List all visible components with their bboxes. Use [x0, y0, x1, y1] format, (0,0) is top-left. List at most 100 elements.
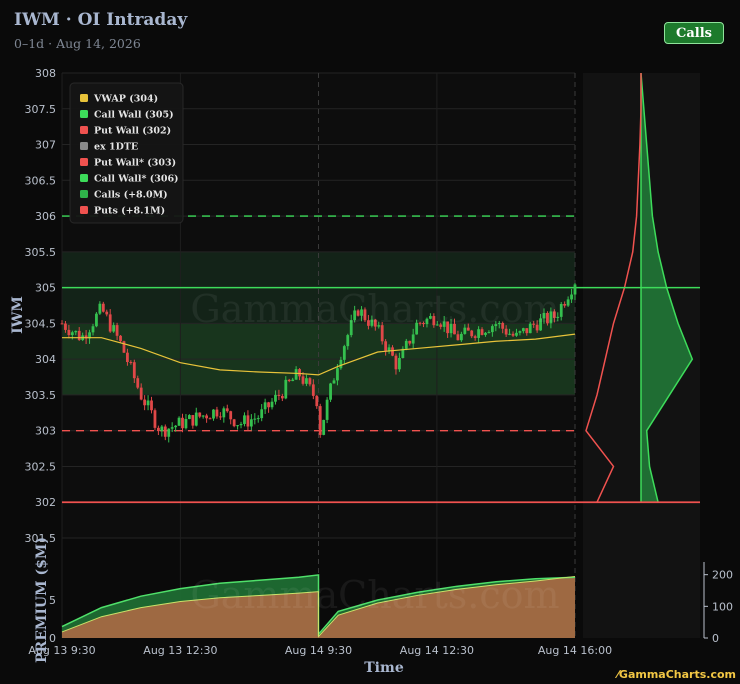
candle-body	[187, 415, 191, 419]
x-tick-label: Aug 13 12:30	[143, 644, 217, 657]
candle-body	[311, 384, 315, 396]
premium-right-tick: 200	[712, 569, 733, 582]
candle-body	[208, 418, 212, 420]
candle-body	[315, 395, 319, 407]
candle-body	[184, 418, 188, 429]
y-tick-label: 308	[35, 67, 56, 80]
candle-body	[67, 329, 71, 336]
candle-body	[473, 336, 477, 338]
y-tick-label: 307	[35, 139, 56, 152]
candle-body	[181, 417, 184, 429]
x-axis-label: Time	[364, 660, 404, 676]
candle-body	[267, 402, 270, 408]
candle-body	[339, 359, 343, 369]
premium-right-tick: 100	[712, 600, 733, 613]
candle-body	[325, 399, 329, 420]
candle-body	[105, 311, 109, 315]
legend-entry-label[interactable]: Call Wall (305)	[94, 110, 174, 121]
legend-entry-label[interactable]: Puts (+8.1M)	[94, 206, 165, 217]
candle-body	[201, 415, 205, 417]
legend-swatch[interactable]	[80, 126, 88, 134]
candle-body	[573, 284, 577, 295]
legend-entry-label[interactable]: ex 1DTE	[94, 142, 138, 153]
candle-body	[256, 418, 260, 420]
premium-left-tick: 0	[49, 632, 56, 645]
candle-body	[150, 400, 153, 411]
candle-body	[249, 419, 253, 427]
candle-body	[225, 408, 229, 412]
candle-body	[218, 416, 222, 418]
legend-swatch[interactable]	[80, 110, 88, 118]
candle-body	[570, 294, 573, 300]
y-tick-label: 305.5	[25, 246, 57, 259]
candle-body	[198, 412, 202, 417]
candle-body	[404, 340, 408, 349]
candle-body	[346, 335, 350, 347]
candle-body	[119, 335, 122, 342]
y-tick-label: 307.5	[25, 103, 57, 116]
candle-body	[139, 387, 143, 400]
legend-swatch[interactable]	[80, 142, 88, 150]
y-axis-label: IWM	[10, 296, 26, 334]
candle-body	[322, 419, 326, 435]
legend-entry-label[interactable]: VWAP (304)	[93, 94, 158, 105]
candle-body	[215, 409, 219, 417]
candle-body	[518, 331, 522, 333]
candle-body	[280, 395, 284, 399]
candle-body	[70, 332, 74, 336]
legend-entry-label[interactable]: Calls (+8.0M)	[94, 190, 168, 201]
candle-body	[294, 369, 298, 380]
premium-axis-label: PREMIUM ($M)	[34, 537, 50, 663]
candle-body	[287, 379, 291, 382]
candle-body	[301, 376, 305, 384]
legend-swatch[interactable]	[80, 174, 88, 182]
candle-body	[274, 394, 277, 402]
candle-body	[566, 299, 570, 306]
legend-entry-label[interactable]: Put Wall* (303)	[94, 158, 176, 169]
candle-body	[167, 428, 171, 437]
candle-body	[391, 347, 394, 356]
legend-swatch[interactable]	[80, 206, 88, 214]
chart-svg: 308 307.5 307 306.5 306 305.5 305 304.5 304 303.5…	[10, 67, 736, 681]
candle-body	[484, 332, 487, 335]
candle-body	[191, 415, 195, 426]
legend-swatch[interactable]	[80, 158, 88, 166]
candle-body	[174, 425, 178, 428]
x-tick-label: Aug 14 12:30	[400, 644, 474, 657]
candle-body	[511, 333, 515, 336]
y-tick-label: 305	[35, 282, 56, 295]
candle-body	[305, 378, 308, 384]
candle-body	[284, 379, 288, 399]
candle-body	[95, 313, 98, 327]
candle-body	[277, 394, 281, 396]
candle-body	[342, 346, 346, 360]
y-tick-label: 304	[35, 353, 56, 366]
candle-body	[205, 415, 209, 419]
candle-body	[239, 423, 243, 426]
candle-body	[336, 368, 339, 381]
candle-body	[222, 408, 226, 418]
candle-body	[98, 303, 102, 314]
candle-body	[91, 326, 95, 333]
candle-body	[291, 379, 295, 382]
candle-body	[163, 426, 167, 437]
candle-body	[143, 399, 147, 406]
candle-body	[101, 303, 105, 312]
premium-right-tick: 0	[712, 632, 719, 645]
legend-swatch[interactable]	[80, 190, 88, 198]
legend-swatch[interactable]	[80, 94, 88, 102]
legend-entry-label[interactable]: Call Wall* (306)	[94, 174, 179, 185]
y-tick-label: 303	[35, 425, 56, 438]
candle-body	[64, 323, 67, 330]
y-tick-label: 304.5	[25, 317, 57, 330]
brand-text[interactable]: GammaCharts.com	[619, 668, 736, 681]
premium-left-tick: 5	[49, 594, 56, 607]
legend-entry-label[interactable]: Put Wall (302)	[94, 126, 171, 137]
y-tick-label: 306	[35, 210, 56, 223]
candle-body	[115, 325, 119, 336]
candle-body	[318, 406, 322, 435]
brand-link[interactable]: ⁄GammaCharts.com	[614, 668, 736, 681]
candle-body	[243, 415, 246, 424]
legend: VWAP (304) Call Wall (305) Put Wall (302) e…	[69, 82, 184, 224]
candle-body	[170, 427, 174, 429]
